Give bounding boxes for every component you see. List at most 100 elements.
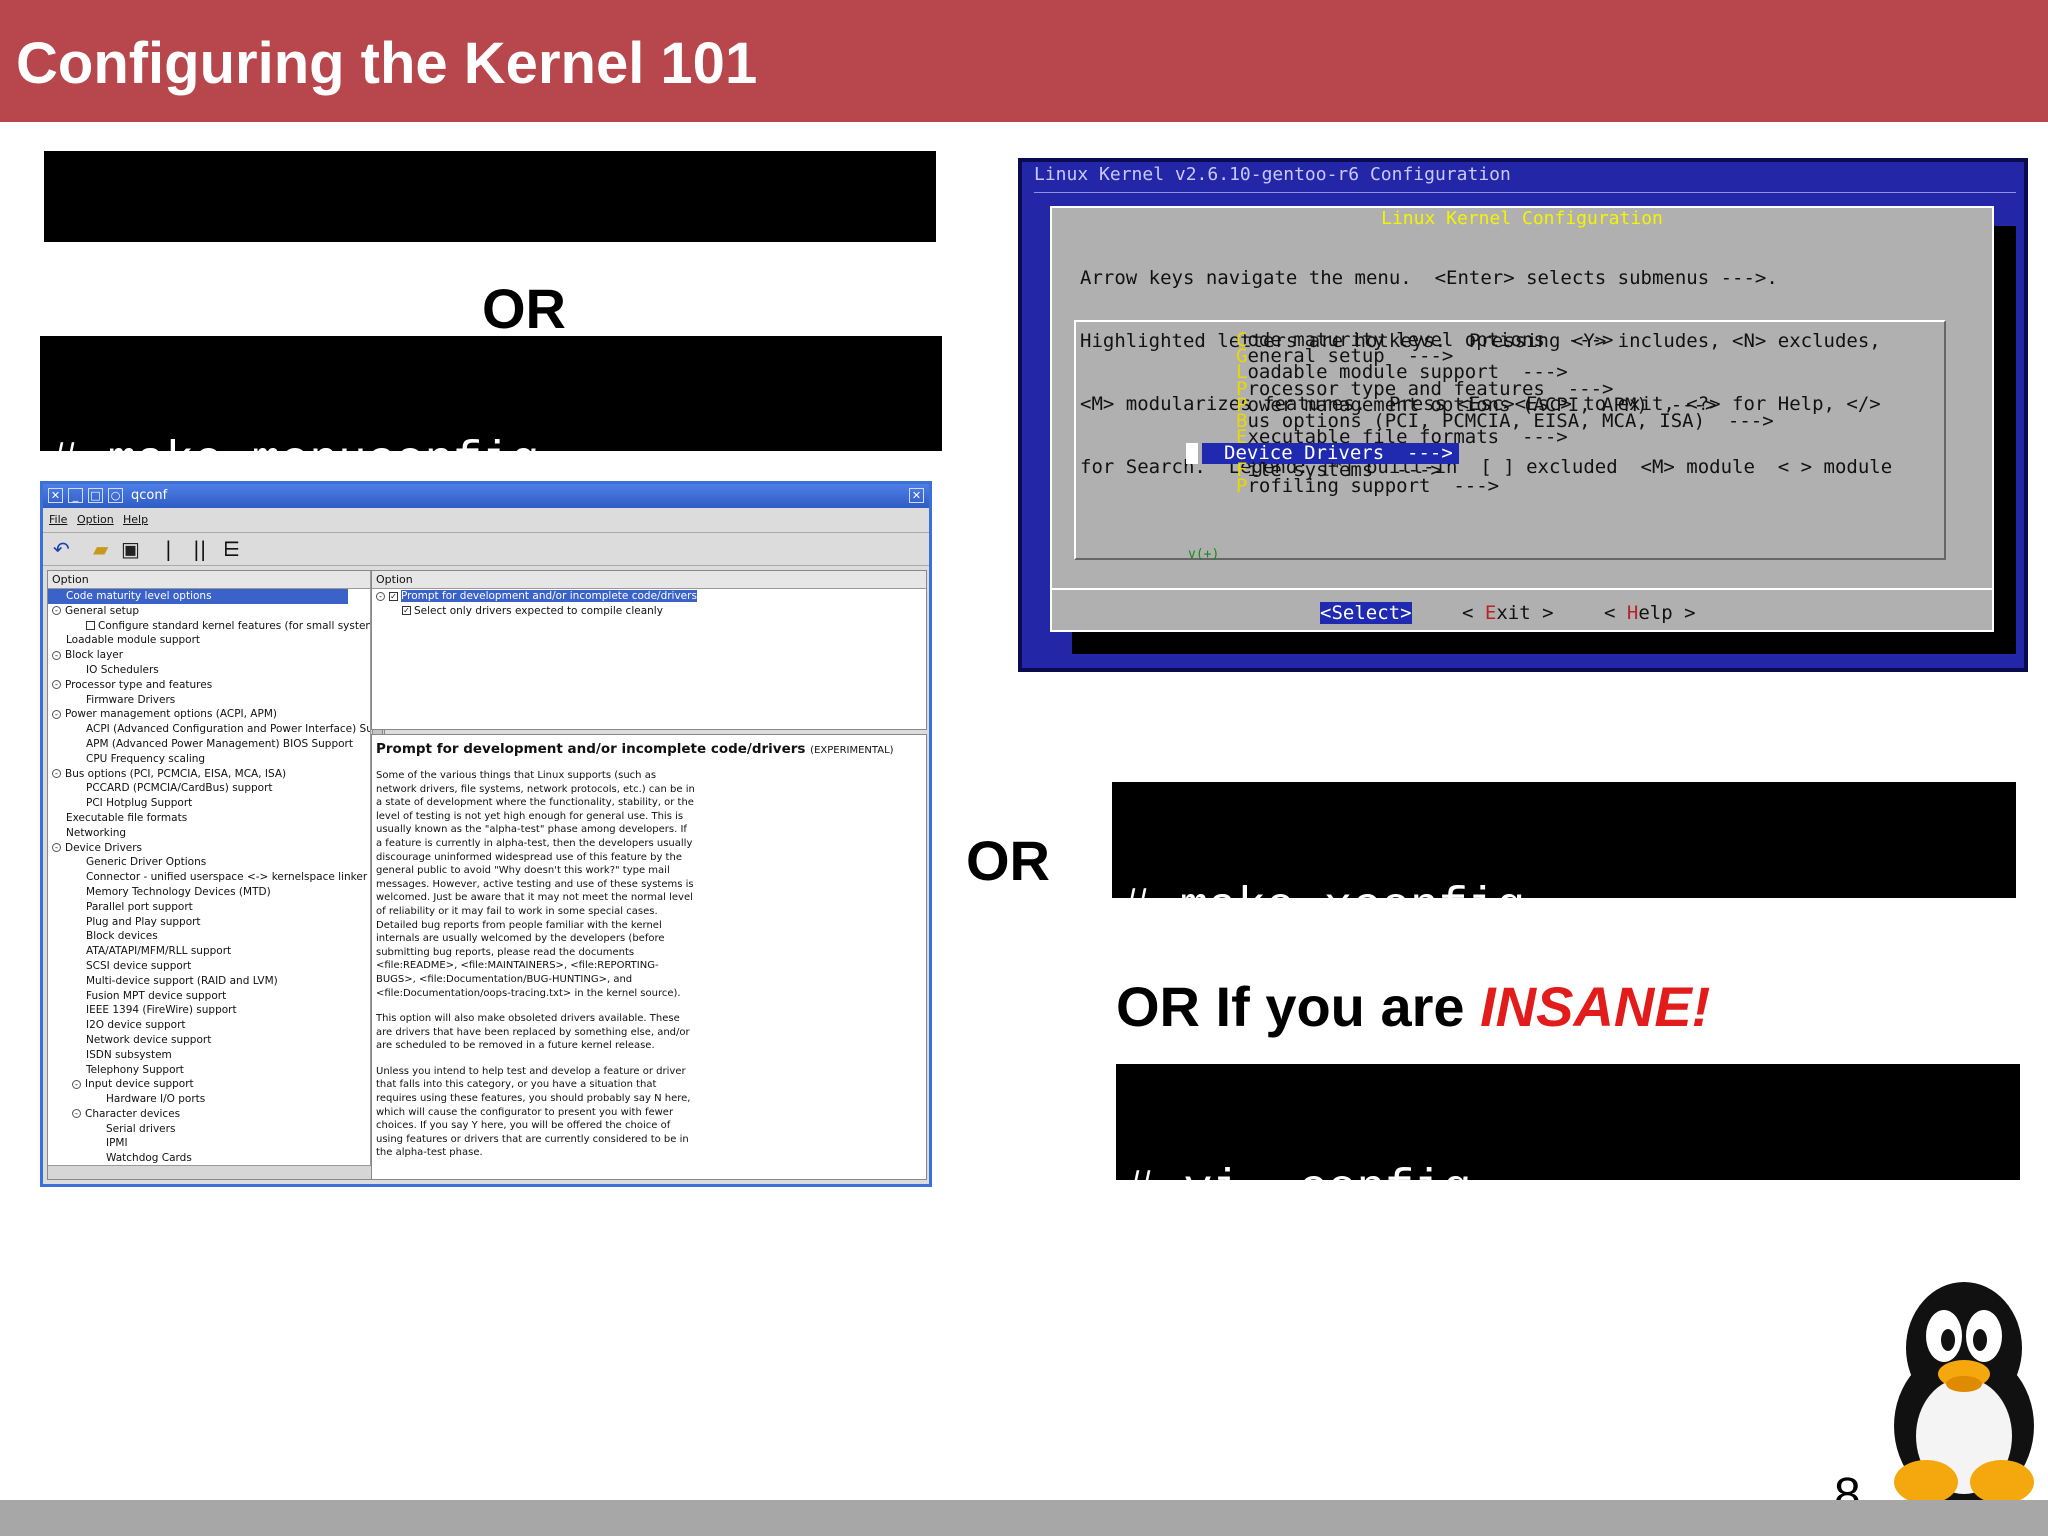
or-label-2: OR [966, 829, 1050, 892]
make-xconfig-box: # make xconfig [1112, 782, 2016, 932]
tree-item[interactable]: Memory Technology Devices (MTD) [48, 885, 384, 900]
minimize-icon[interactable]: _ [68, 488, 83, 503]
collapse-toggle-icon[interactable]: - [52, 709, 61, 719]
collapse-toggle-icon[interactable]: - [52, 606, 61, 616]
collapse-toggle-icon[interactable]: - [52, 680, 61, 690]
tree-item[interactable]: ISDN subsystem [48, 1048, 384, 1063]
menu-file[interactable]: File [49, 513, 67, 526]
help-title-text: Prompt for development and/or incomplete… [376, 741, 806, 757]
tree-item[interactable]: - Block layer [48, 648, 384, 663]
tree-item[interactable]: Generic Driver Options [48, 855, 384, 870]
tree-item-label: Serial drivers [106, 1122, 176, 1135]
tree-item[interactable]: ACPI (Advanced Configuration and Power I… [48, 722, 384, 737]
collapse-toggle-icon[interactable]: - [52, 650, 61, 660]
slide-title: Configuring the Kernel 101 [16, 31, 758, 96]
help-button[interactable]: < Help > [1604, 602, 1696, 624]
exit-button[interactable]: < Exit > [1462, 602, 1554, 624]
tree-item[interactable]: I2O device support [48, 1018, 384, 1033]
tree-item[interactable]: PCI Hotplug Support [48, 796, 384, 811]
collapse-toggle-icon[interactable]: - [376, 591, 385, 601]
tree-item[interactable]: Parallel port support [48, 900, 384, 915]
save-icon[interactable]: ▣ [121, 538, 140, 560]
undo-icon[interactable]: ↶ [53, 538, 70, 560]
tree-item[interactable]: ATA/ATAPI/MFM/RLL support [48, 944, 384, 959]
tree-item[interactable]: PCCARD (PCMCIA/CardBus) support [48, 781, 384, 796]
tree-item[interactable]: Serial drivers [48, 1122, 384, 1137]
option-checkbox[interactable] [86, 621, 95, 631]
option-item-label: Select only drivers expected to compile … [414, 604, 663, 617]
tree-item-label: Firmware Drivers [86, 693, 176, 706]
tree-item[interactable]: Multi-device support (RAID and LVM) [48, 974, 384, 989]
tree-item[interactable]: APM (Advanced Power Management) BIOS Sup… [48, 737, 384, 752]
tree-item[interactable]: Networking [48, 826, 384, 841]
menu-item[interactable]: Profiling support ---> [1236, 474, 1500, 497]
insane-emphasis: INSANE! [1480, 975, 1711, 1038]
tree-item-label: Connector - unified userspace <-> kernel… [86, 871, 368, 884]
help-paragraph: Unless you intend to help test and devel… [376, 1065, 691, 1159]
menuconfig-header-rule [1034, 192, 2016, 193]
tree-list: Code maturity level options - General setu… [48, 589, 384, 1166]
tree-item-label: Telephony Support [86, 1063, 184, 1076]
tree-item[interactable]: Code maturity level options [48, 589, 348, 604]
option-checkbox[interactable]: ✓ [389, 591, 398, 601]
option-header: Option [372, 571, 926, 589]
tree-item[interactable]: IPMI [48, 1136, 384, 1151]
qconf-window: ✕ _ □ ○ qconf ✕ File Option Help ↶ ▰ ▣ |… [40, 481, 932, 1187]
tree-item[interactable]: - Bus options (PCI, PCMCIA, EISA, MCA, IS… [48, 767, 384, 782]
tree-item[interactable]: - Power management options (ACPI, APM) [48, 707, 384, 722]
tree-item[interactable]: Hardware I/O ports [48, 1092, 384, 1107]
open-folder-icon[interactable]: ▰ [93, 538, 108, 560]
tree-item[interactable]: Fusion MPT device support [48, 989, 384, 1004]
option-item[interactable]: ✓ Select only drivers expected to compile… [372, 604, 926, 619]
tree-item[interactable]: Connector - unified userspace <-> kernel… [48, 870, 384, 885]
tree-item[interactable]: - General setup [48, 604, 384, 619]
menu-help[interactable]: Help [123, 513, 148, 526]
tree-item-label: Loadable module support [66, 634, 201, 647]
tree-item[interactable]: Firmware Drivers [48, 693, 384, 708]
menu-option[interactable]: Option [77, 513, 114, 526]
tree-item[interactable]: - Device Drivers [48, 841, 384, 856]
collapse-toggle-icon[interactable]: - [52, 769, 61, 779]
qconf-help-pane: Prompt for development and/or incomplete… [371, 734, 927, 1180]
tree-item[interactable]: Loadable module support [48, 633, 384, 648]
tree-item-label: Networking [66, 826, 127, 839]
single-view-icon[interactable]: | [165, 538, 172, 560]
tux-penguin-icon [1894, 1282, 2034, 1504]
collapse-toggle-icon[interactable]: - [52, 843, 61, 853]
tree-item-label: IPMI [106, 1137, 128, 1150]
split-view-icon[interactable]: || [193, 538, 206, 560]
option-checkbox[interactable]: ✓ [402, 606, 411, 616]
tree-hscrollbar[interactable] [48, 1165, 384, 1179]
window-menu-icon[interactable]: ✕ [48, 488, 63, 503]
shade-icon[interactable]: ○ [108, 488, 123, 503]
tree-item-label: SCSI device support [86, 959, 192, 972]
intro-line: Arrow keys navigate the menu. <Enter> se… [1080, 267, 1778, 289]
tree-item[interactable]: Network device support [48, 1033, 384, 1048]
tree-item[interactable]: CPU Frequency scaling [48, 752, 384, 767]
tree-item[interactable]: Executable file formats [48, 811, 384, 826]
collapse-toggle-icon[interactable]: - [72, 1079, 81, 1089]
full-view-icon[interactable]: ⋿ [223, 538, 240, 560]
tree-item[interactable]: - Processor type and features [48, 678, 384, 693]
tree-item-label: ISDN subsystem [86, 1048, 172, 1061]
tree-item-label: Processor type and features [65, 678, 213, 691]
select-button[interactable]: <Select> [1320, 602, 1412, 624]
tree-item[interactable]: Block devices [48, 929, 384, 944]
tree-item-label: Power management options (ACPI, APM) [65, 708, 277, 721]
collapse-toggle-icon[interactable]: - [72, 1109, 81, 1119]
close-icon[interactable]: ✕ [909, 488, 924, 503]
tree-item[interactable]: Plug and Play support [48, 915, 384, 930]
tree-item-label: IO Schedulers [86, 663, 159, 676]
maximize-icon[interactable]: □ [88, 488, 103, 503]
tree-item[interactable]: SCSI device support [48, 959, 384, 974]
tree-item[interactable]: Telephony Support [48, 1063, 384, 1078]
tree-item[interactable]: - Character devices [48, 1107, 384, 1122]
tree-item[interactable]: IO Schedulers [48, 663, 384, 678]
menu-item-label: rofiling support ---> [1247, 474, 1500, 497]
tree-item[interactable]: Configure standard kernel features (for … [48, 619, 384, 634]
tree-item[interactable]: IEEE 1394 (FireWire) support [48, 1003, 384, 1018]
tree-item[interactable]: Watchdog Cards [48, 1151, 384, 1166]
tree-item[interactable]: - Input device support [48, 1077, 384, 1092]
qconf-toolbar: ↶ ▰ ▣ | || ⋿ [43, 532, 929, 566]
option-item[interactable]: - ✓ Prompt for development and/or incomple… [372, 589, 926, 604]
